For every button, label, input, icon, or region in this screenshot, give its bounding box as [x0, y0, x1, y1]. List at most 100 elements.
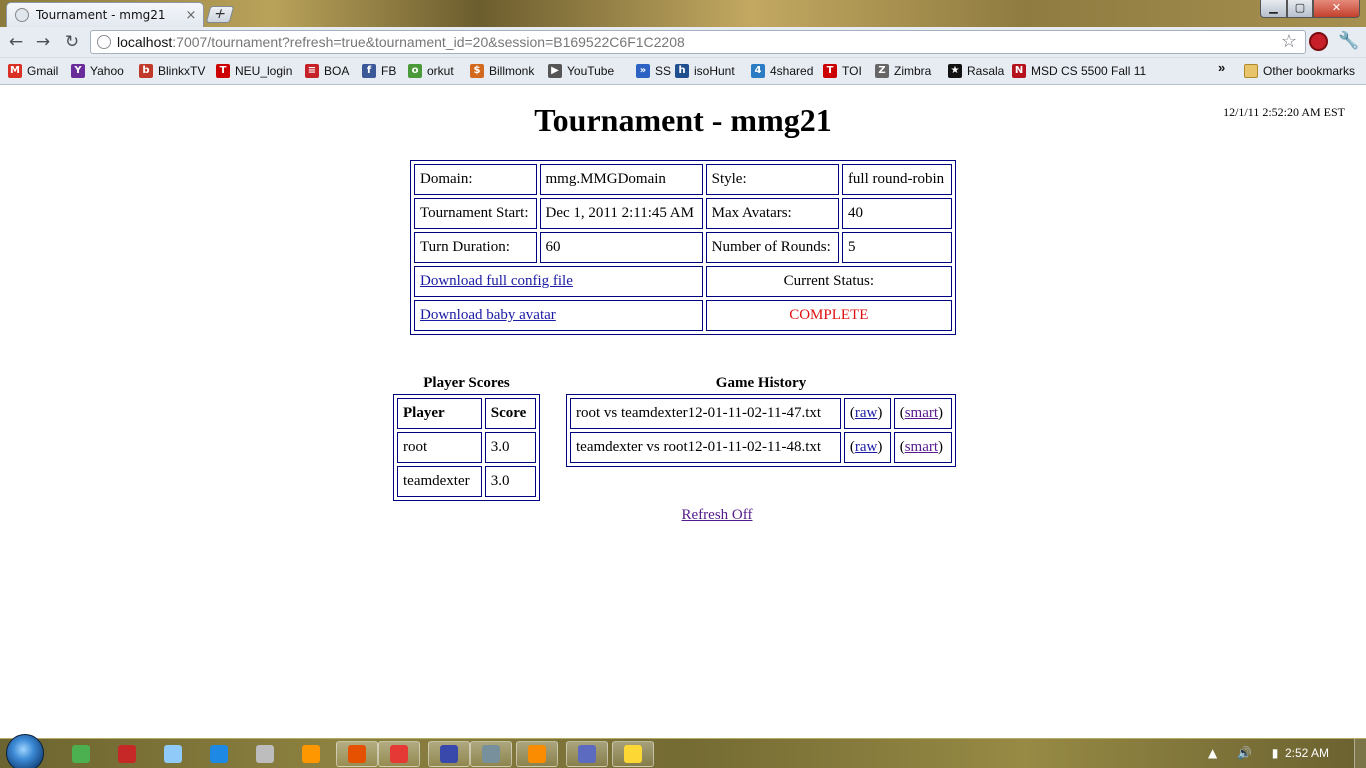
download-config-cell: Download full config file — [414, 266, 703, 297]
show-desktop-button[interactable] — [1354, 739, 1366, 768]
bookmark-blinkxtv[interactable]: b BlinkxTV — [139, 63, 205, 79]
bookmark-toi[interactable]: T TOI — [823, 63, 862, 79]
smart-link[interactable]: smart — [905, 439, 938, 455]
bookmark-label: 4shared — [770, 64, 814, 78]
bookmark-label: BOA — [324, 64, 350, 78]
bookmark-yahoo[interactable]: Y Yahoo — [71, 63, 124, 79]
tab-close-icon[interactable]: × — [183, 8, 199, 23]
taskbar-app-ie[interactable] — [198, 741, 240, 767]
player-score: 3.0 — [484, 466, 536, 497]
page-favicon-icon — [15, 8, 29, 22]
reload-button[interactable]: ↻ — [61, 31, 83, 53]
bookmark-isohunt[interactable]: h isoHunt — [675, 63, 735, 79]
ie-icon — [210, 745, 228, 763]
bookmark-zimbra[interactable]: Z Zimbra — [875, 63, 931, 79]
turn-duration-label: Turn Duration: — [414, 232, 537, 263]
url-path: :7007/tournament?refresh=true&tournament… — [172, 34, 685, 50]
table-row: teamdexter 3.0 — [397, 466, 536, 497]
style-label: Style: — [705, 164, 839, 195]
isohunt-icon: h — [675, 64, 689, 78]
bookmark-label: orkut — [427, 64, 454, 78]
bookmark-msd-cs-5500-fall-11[interactable]: N MSD CS 5500 Fall 11 — [1012, 63, 1146, 79]
new-tab-button[interactable]: + — [205, 6, 235, 23]
bookmark-boa[interactable]: ≡ BOA — [305, 63, 349, 79]
bookmark-label: Billmonk — [489, 64, 535, 78]
orkut-icon: o — [408, 64, 422, 78]
bookmark-ss[interactable]: » SS — [636, 63, 671, 79]
bookmark-youtube[interactable]: ▶ YouTube — [548, 63, 614, 79]
taskbar-clock[interactable]: 2:52 AM — [1285, 746, 1329, 760]
taskbar-app-notepad[interactable] — [152, 741, 194, 767]
back-button[interactable]: ← — [5, 31, 27, 53]
bookmark-label: Zimbra — [894, 64, 932, 78]
bookmark-gmail[interactable]: M Gmail — [8, 63, 58, 79]
browser-tab[interactable]: Tournament - mmg21 × — [6, 2, 204, 27]
bookmark-label: isoHunt — [694, 64, 735, 78]
bookmark-billmonk[interactable]: $ Billmonk — [470, 63, 534, 79]
close-window-button[interactable]: ✕ — [1313, 0, 1360, 18]
download-avatar-link[interactable]: Download baby avatar — [420, 307, 556, 323]
tab-title: Tournament - mmg21 — [36, 8, 166, 22]
bookmark-label: Gmail — [27, 64, 59, 78]
page-content: Tournament - mmg21 12/1/11 2:52:20 AM ES… — [0, 85, 1366, 738]
taskbar-app-media[interactable] — [290, 741, 332, 767]
info-row: Turn Duration: 60 Number of Rounds: 5 — [414, 232, 952, 263]
raw-link[interactable]: raw — [855, 439, 878, 455]
player-score: 3.0 — [484, 432, 536, 463]
minimize-button[interactable]: ▁ — [1260, 0, 1287, 18]
start-value: Dec 1, 2011 2:11:45 AM — [539, 198, 703, 229]
player-name: teamdexter — [397, 466, 482, 497]
taskbar-app-filezilla[interactable] — [106, 741, 148, 767]
column-header-player: Player — [397, 398, 482, 429]
taskbar-app-eclipse[interactable] — [428, 741, 470, 767]
bookmark-4shared[interactable]: 4 4shared — [751, 63, 813, 79]
taskbar-app-tool[interactable] — [470, 741, 512, 767]
tournament-info-table: Domain: mmg.MMGDomain Style: full round-… — [410, 160, 956, 335]
player-name: root — [397, 432, 482, 463]
bookmark-label: SS — [655, 64, 672, 78]
smart-link[interactable]: smart — [905, 405, 938, 421]
browser-toolbar: ← → ↻ localhost:7007/tournament?refresh=… — [0, 27, 1366, 58]
bookmark-neu-login[interactable]: T NEU_login — [216, 63, 292, 79]
taskbar-app-editor[interactable] — [244, 741, 286, 767]
page-timestamp: 12/1/11 2:52:20 AM EST — [1223, 105, 1345, 119]
system-tray[interactable]: ▲ 🔊 ▮ — [1208, 746, 1286, 760]
maximize-button[interactable]: ▢ — [1287, 0, 1313, 18]
taskbar-app-explorer[interactable] — [612, 741, 654, 767]
game-history-title: Game History — [715, 375, 807, 391]
bookmark-rasala[interactable]: ★ Rasala — [948, 63, 1004, 79]
boa-icon: ≡ — [305, 64, 319, 78]
refresh-off-link[interactable]: Refresh Off — [682, 507, 753, 523]
bookmark-label: Yahoo — [90, 64, 124, 78]
taskbar-app-chrome[interactable] — [378, 741, 420, 767]
editor-icon — [256, 745, 274, 763]
eclipse-icon — [440, 745, 458, 763]
other-bookmarks-label: Other bookmarks — [1263, 64, 1356, 78]
taskbar-app-installer[interactable] — [516, 741, 558, 767]
installer-icon — [528, 745, 546, 763]
raw-cell: (raw) — [843, 398, 891, 429]
forward-button[interactable]: → — [32, 31, 54, 53]
download-config-link[interactable]: Download full config file — [420, 273, 573, 289]
folder-icon — [1244, 64, 1258, 78]
bookmark-orkut[interactable]: o orkut — [408, 63, 454, 79]
start-button[interactable] — [6, 734, 44, 768]
table-row: root vs teamdexter12-01-11-02-11-47.txt … — [570, 398, 952, 429]
bookmarks-overflow-button[interactable]: » — [1218, 60, 1225, 75]
bookmark-fb[interactable]: f FB — [362, 63, 396, 79]
other-bookmarks-button[interactable]: Other bookmarks — [1244, 63, 1355, 79]
raw-link[interactable]: raw — [855, 405, 878, 421]
extension-stop-icon[interactable] — [1309, 32, 1328, 51]
page-title: Tournament - mmg21 — [534, 102, 832, 138]
bookmark-star-icon[interactable]: ☆ — [1281, 31, 1297, 52]
media-icon — [302, 745, 320, 763]
address-bar[interactable]: localhost:7007/tournament?refresh=true&t… — [90, 30, 1306, 54]
blinkx-icon: b — [139, 64, 153, 78]
bookmark-label: Rasala — [967, 64, 1005, 78]
wrench-menu-icon[interactable]: 🔧 — [1338, 31, 1359, 51]
globe-icon — [97, 35, 111, 49]
taskbar-app-firefox[interactable] — [336, 741, 378, 767]
bookmark-label: TOI — [842, 64, 862, 78]
taskbar-app-remote[interactable] — [566, 741, 608, 767]
taskbar-app-network[interactable] — [60, 741, 102, 767]
